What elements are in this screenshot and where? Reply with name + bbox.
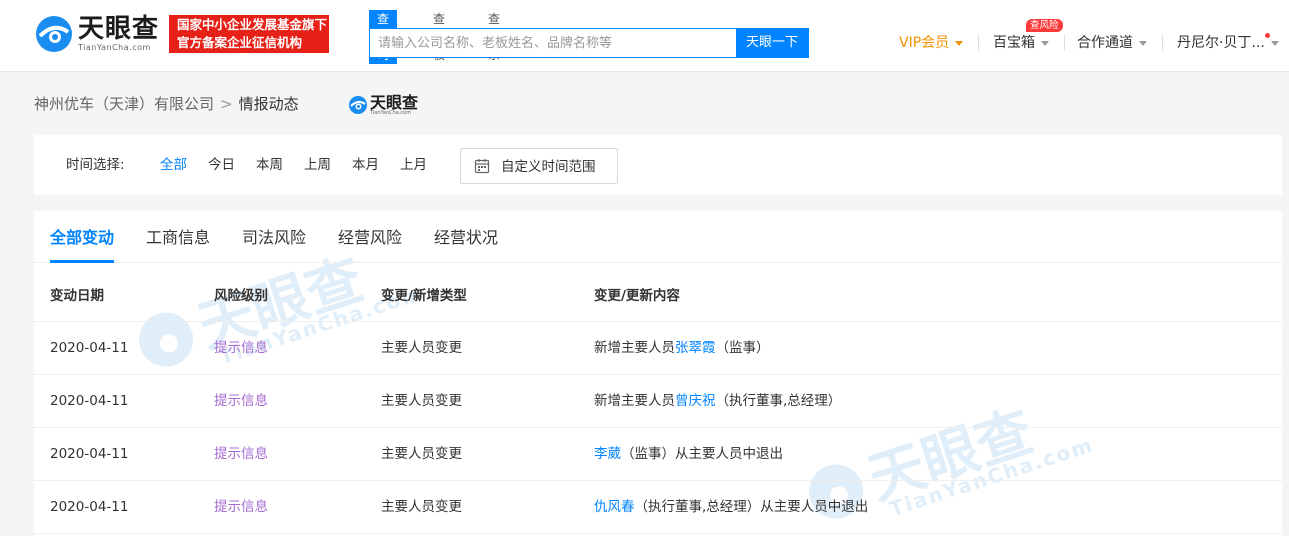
column-header-risk: 风险级别: [214, 288, 268, 304]
row-date: 2020-04-11: [50, 393, 129, 409]
time-option-last-month[interactable]: 上月: [400, 156, 427, 174]
official-badge: 国家中小企业发展基金旗下 官方备案企业征信机构: [169, 15, 329, 53]
row-change-type: 主要人员变更: [381, 446, 462, 462]
tab-operation-risk[interactable]: 经营风险: [338, 228, 402, 248]
chevron-down-icon: [1139, 40, 1147, 46]
row-change-content: 新增主要人员曾庆祝（执行董事,总经理）: [594, 392, 841, 410]
site-logo[interactable]: 天眼查 TianYanCha.com: [34, 14, 159, 56]
column-header-content: 变更/更新内容: [594, 288, 680, 304]
logo-text: 天眼查: [78, 14, 160, 44]
row-change-type: 主要人员变更: [381, 499, 462, 515]
nav-divider: [1162, 35, 1163, 51]
column-header-date: 变动日期: [50, 288, 104, 304]
logo-subtext: TianYanCha.com: [78, 43, 151, 52]
calendar-icon: [474, 159, 490, 174]
time-option-this-week[interactable]: 本周: [256, 156, 283, 174]
row-date: 2020-04-11: [50, 446, 129, 462]
nav-partner-label: 合作通道: [1077, 35, 1133, 51]
changes-card: 天眼查 TianYanCha.com 天眼查 TianYanCha.com 全部…: [34, 211, 1282, 536]
row-change-type: 主要人员变更: [381, 393, 462, 409]
row-change-content: 新增主要人员张翠霞（监事）: [594, 339, 770, 357]
tab-judicial-risk[interactable]: 司法风险: [242, 228, 306, 248]
custom-range-button[interactable]: 自定义时间范围: [460, 148, 618, 184]
person-link[interactable]: 张翠霞: [675, 340, 716, 356]
person-link[interactable]: 曾庆祝: [675, 393, 716, 409]
active-tab-indicator: [50, 260, 114, 263]
search-button[interactable]: 天眼一下: [736, 29, 808, 57]
content-prefix: 新增主要人员: [594, 393, 675, 409]
logo-eye-icon: [349, 96, 367, 114]
row-risk-level[interactable]: 提示信息: [214, 498, 268, 516]
chevron-down-icon: [1270, 40, 1279, 46]
row-change-content: 仇风春（执行董事,总经理）从主要人员中退出: [594, 498, 868, 516]
table-row: 2020-04-11 提示信息 主要人员变更 新增主要人员曾庆祝（执行董事,总经…: [34, 375, 1282, 428]
breadcrumb: 神州优车（天津）有限公司 > 情报动态: [34, 94, 299, 114]
search-input[interactable]: [370, 29, 738, 57]
badge-line-1: 国家中小企业发展基金旗下: [177, 17, 328, 32]
table-row: 2020-04-11 提示信息 主要人员变更 新增主要人员张翠霞（监事）: [34, 322, 1282, 375]
category-tabs: 全部变动 工商信息 司法风险 经营风险 经营状况: [34, 211, 1282, 263]
time-option-last-week[interactable]: 上周: [304, 156, 331, 174]
breadcrumb-current: 情报动态: [238, 95, 299, 113]
content-suffix: （监事）从主要人员中退出: [621, 446, 783, 462]
person-link[interactable]: 李葳: [594, 446, 621, 462]
nav-vip-label: VIP会员: [899, 35, 950, 51]
nav-treasure-label: 百宝箱: [993, 35, 1035, 51]
table-row: 2020-04-11 提示信息 主要人员变更 李葳（监事）从主要人员中退出: [34, 428, 1282, 481]
nav-divider: [978, 35, 979, 51]
row-risk-level[interactable]: 提示信息: [214, 445, 268, 463]
row-change-type: 主要人员变更: [381, 340, 462, 356]
logo-eye-icon: [36, 16, 72, 52]
content-suffix: （监事）: [715, 340, 770, 356]
nav-partner[interactable]: 合作通道: [1077, 34, 1147, 52]
row-risk-level[interactable]: 提示信息: [214, 392, 268, 410]
time-option-all[interactable]: 全部: [160, 156, 187, 174]
mini-logo-subtext: TianYanCha.com: [370, 110, 412, 116]
badge-line-2: 官方备案企业征信机构: [177, 35, 303, 50]
nav-user-menu[interactable]: 丹尼尔·贝丁...: [1177, 34, 1279, 52]
content-prefix: 新增主要人员: [594, 340, 675, 356]
custom-range-label: 自定义时间范围: [501, 159, 596, 175]
content-suffix: （执行董事,总经理）从主要人员中退出: [634, 499, 869, 515]
nav-divider: [1064, 35, 1065, 51]
time-filter-label: 时间选择:: [66, 157, 125, 173]
column-header-type: 变更/新增类型: [381, 288, 467, 304]
row-date: 2020-04-11: [50, 340, 129, 356]
search-box: 天眼一下: [369, 28, 809, 58]
tab-operation-status[interactable]: 经营状况: [434, 228, 498, 248]
chevron-down-icon: [1041, 40, 1049, 46]
row-change-content: 李葳（监事）从主要人员中退出: [594, 445, 783, 463]
row-date: 2020-04-11: [50, 499, 129, 515]
row-risk-level[interactable]: 提示信息: [214, 339, 268, 357]
nav-user-name: 丹尼尔·贝丁...: [1177, 35, 1265, 51]
time-option-this-month[interactable]: 本月: [352, 156, 379, 174]
chevron-down-icon: [955, 40, 964, 46]
nav-vip[interactable]: VIP会员: [899, 34, 964, 52]
breadcrumb-separator: >: [220, 95, 233, 113]
table-row: 2020-04-11 提示信息 主要人员变更 仇风春（执行董事,总经理）从主要人…: [34, 481, 1282, 534]
time-option-today[interactable]: 今日: [208, 156, 235, 174]
person-link[interactable]: 仇风春: [594, 499, 635, 515]
nav-treasure-box[interactable]: 百宝箱: [993, 34, 1049, 52]
risk-check-tag[interactable]: 查风险: [1026, 19, 1063, 32]
content-suffix: （执行董事,总经理）: [715, 393, 842, 409]
tab-all-changes[interactable]: 全部变动: [50, 228, 114, 248]
tab-business-info[interactable]: 工商信息: [146, 228, 210, 248]
notification-dot: [1265, 33, 1270, 38]
breadcrumb-company[interactable]: 神州优车（天津）有限公司: [34, 95, 214, 113]
top-header: 天眼查 TianYanCha.com 国家中小企业发展基金旗下 官方备案企业征信…: [0, 0, 1289, 72]
time-filter-card: 时间选择: 全部 今日 本周 上周 本月 上月 自定义时间范围: [34, 135, 1282, 195]
